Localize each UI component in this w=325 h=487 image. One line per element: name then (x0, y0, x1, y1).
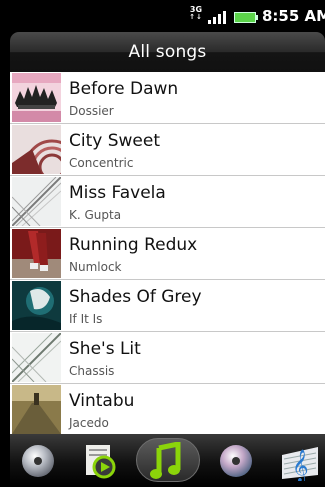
song-artist: Dossier (69, 104, 114, 118)
album-art-image (12, 281, 61, 330)
song-title: Shades Of Grey (69, 287, 202, 307)
song-artist: Chassis (69, 364, 115, 378)
cd-icon (22, 444, 54, 477)
song-title: She's Lit (69, 339, 141, 359)
page-title: All songs (128, 42, 207, 62)
song-row-vintabu[interactable]: Vintabu Jacedo (10, 384, 325, 434)
header-bar: All songs (10, 32, 325, 72)
song-artist: Numlock (69, 260, 122, 274)
svg-text:𝄞: 𝄞 (292, 449, 309, 481)
song-row-before-dawn[interactable]: Before Dawn Dossier (10, 72, 325, 124)
album-art-image (12, 73, 61, 122)
album-art-image (12, 333, 61, 382)
music-note-icon (150, 441, 181, 479)
playlist-play-icon (86, 444, 116, 478)
tab-cd[interactable] (10, 434, 66, 487)
song-row-miss-favela[interactable]: Miss Favela K. Gupta (10, 176, 325, 228)
album-art-image (12, 177, 61, 226)
album-art-image (12, 385, 61, 434)
library-tab-bar: 𝄞 (10, 434, 325, 487)
song-row-running-redux[interactable]: Running Redux Numlock (10, 228, 325, 280)
song-artist: K. Gupta (69, 208, 122, 222)
tab-genres[interactable]: 𝄞 (272, 434, 325, 487)
treble-clef-icon: 𝄞 (282, 446, 318, 481)
song-title: City Sweet (69, 131, 161, 151)
song-artist: Concentric (69, 156, 134, 170)
status-bar: 3G ↑↓ 8:55 AM (0, 0, 325, 32)
album-disc-icon (220, 444, 252, 477)
signal-strength-icon (208, 10, 230, 24)
song-title: Vintabu (69, 391, 135, 411)
song-row-city-sweet[interactable]: City Sweet Concentric (10, 124, 325, 176)
song-artist: Jacedo (69, 416, 109, 430)
song-row-shades-of-grey[interactable]: Shades Of Grey If It Is (10, 280, 325, 332)
album-art-image (12, 229, 61, 278)
album-art-image (12, 125, 61, 174)
song-title: Before Dawn (69, 79, 179, 99)
tab-albums[interactable] (208, 434, 264, 487)
tab-playlists[interactable] (72, 434, 128, 487)
song-title: Miss Favela (69, 183, 166, 203)
tab-songs[interactable] (134, 434, 200, 487)
song-title: Running Redux (69, 235, 198, 255)
status-time: 8:55 AM (262, 7, 325, 25)
song-artist: If It Is (69, 312, 103, 326)
song-row-shes-lit[interactable]: She's Lit Chassis (10, 332, 325, 384)
song-list[interactable]: Before Dawn Dossier City Sweet Concentri… (10, 72, 325, 434)
battery-icon (234, 12, 258, 23)
network-3g-icon: 3G ↑↓ (189, 5, 203, 21)
